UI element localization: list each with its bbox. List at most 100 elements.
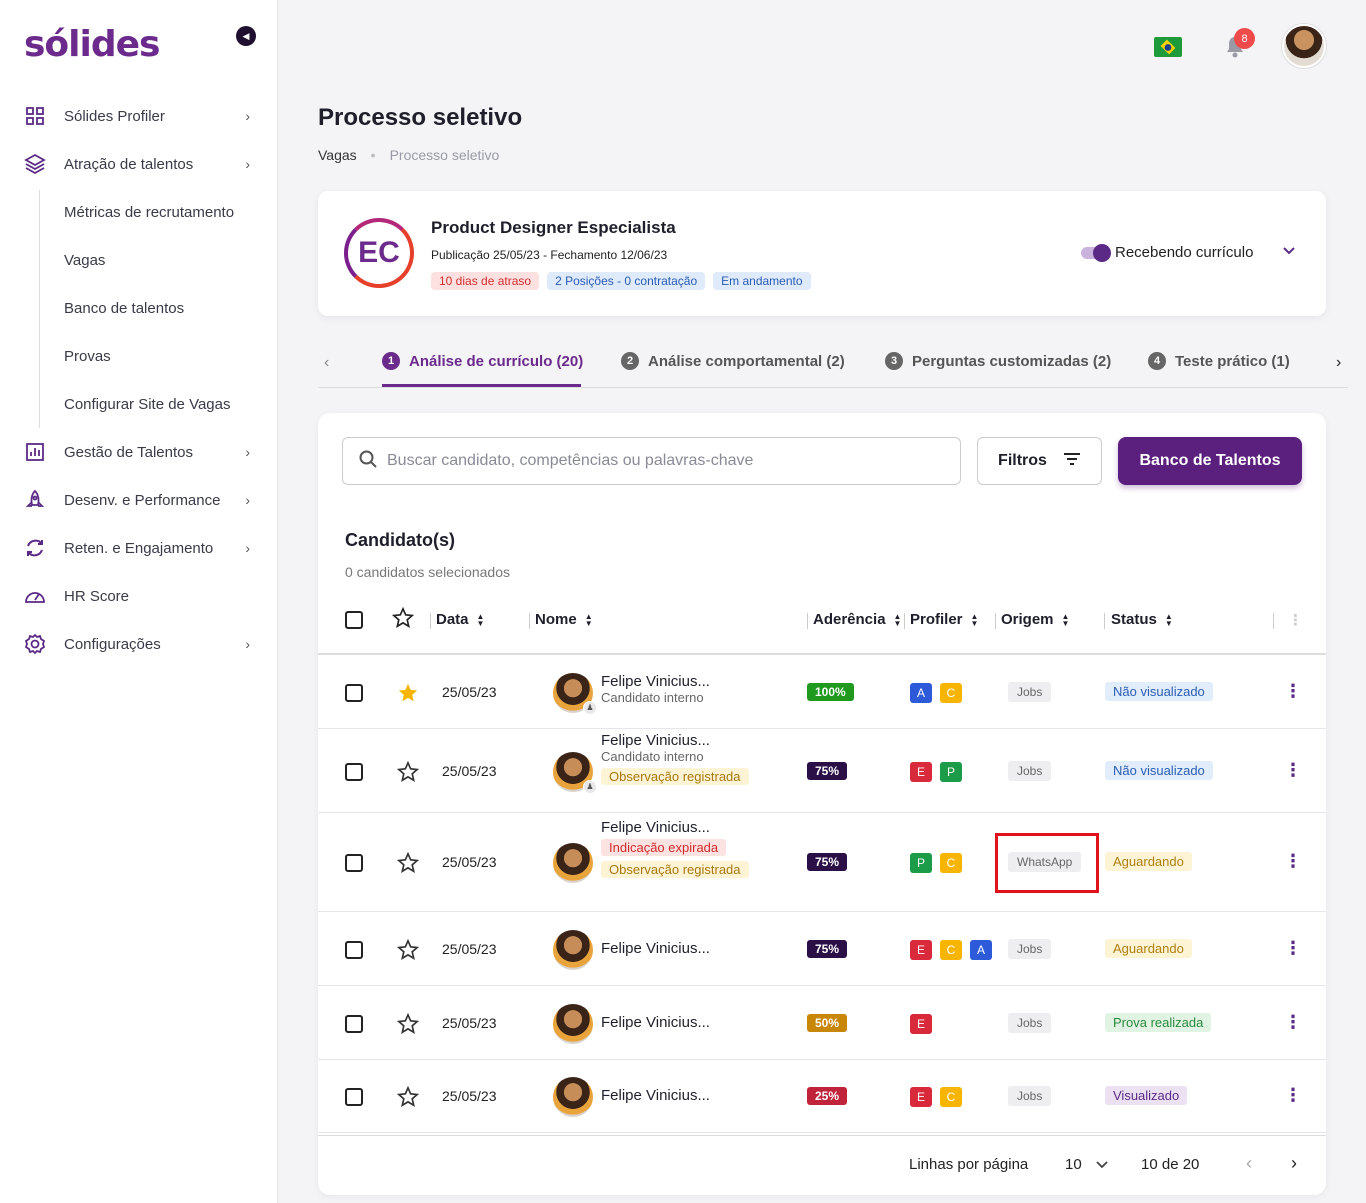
candidate-avatar[interactable] [553, 929, 593, 970]
tab-teste-pratico[interactable]: 4 Teste prático (1) [1148, 352, 1290, 370]
tabs-next-icon[interactable]: › [1336, 354, 1341, 372]
candidate-name[interactable]: Felipe Vinicius... [601, 1014, 710, 1031]
row-menu-icon[interactable]: ⋮ [1284, 1012, 1302, 1033]
row-checkbox[interactable] [345, 1014, 363, 1033]
star-icon[interactable] [397, 1086, 419, 1108]
col-date[interactable]: Data ▲ ▼ [436, 611, 484, 628]
breadcrumb-vagas[interactable]: Vagas [318, 147, 357, 163]
table-row[interactable]: 25/05/23 ♟ Felipe Vinicius... Candidato int… [318, 730, 1326, 813]
col-profiler[interactable]: Profiler ▲ ▼ [910, 611, 978, 628]
row-checkbox[interactable] [345, 940, 363, 959]
tab-number: 4 [1148, 352, 1166, 370]
status-badge: Visualizado [1105, 1086, 1188, 1105]
candidate-name[interactable]: Felipe Vinicius... [601, 732, 749, 749]
row-checkbox[interactable] [345, 683, 363, 702]
row-menu-icon[interactable]: ⋮ [1284, 851, 1302, 872]
sidebar-subitem-metricas[interactable]: Métricas de recrutamento [64, 192, 234, 232]
profiler-badge: C [940, 682, 962, 703]
column-options-icon[interactable]: ⋮ [1288, 611, 1303, 629]
tab-perguntas[interactable]: 3 Perguntas customizadas (2) [885, 352, 1111, 370]
star-icon[interactable] [397, 682, 419, 704]
row-checkbox[interactable] [345, 854, 363, 872]
row-checkbox[interactable] [345, 1088, 363, 1106]
tab-analise-curriculo[interactable]: 1 Análise de currículo (20) [382, 352, 583, 370]
adherence-badge: 75% [807, 939, 848, 958]
star-icon[interactable] [397, 852, 419, 874]
brazil-flag-icon[interactable] [1154, 37, 1182, 57]
stage-tabs: ‹ 1 Análise de currículo (20) 2 Análise co… [318, 342, 1348, 388]
sidebar-subitem-banco[interactable]: Banco de talentos [64, 288, 184, 328]
adherence-badge: 100% [807, 682, 854, 701]
profiler-badge: E [910, 761, 932, 782]
chevron-down-icon[interactable] [1282, 243, 1296, 259]
candidate-avatar[interactable]: ♟ [553, 751, 597, 794]
search-icon [359, 450, 377, 473]
row-menu-icon[interactable]: ⋮ [1284, 681, 1302, 702]
sidebar-item-solides-profiler[interactable]: Sólides Profiler › [0, 96, 278, 136]
talent-bank-button[interactable]: Banco de Talentos [1118, 437, 1302, 485]
candidate-avatar[interactable]: ♟ [553, 672, 597, 715]
star-icon[interactable] [397, 938, 419, 961]
candidate-name[interactable]: Felipe Vinicius... [601, 673, 710, 690]
chevron-right-icon: › [245, 492, 250, 508]
adherence-badge: 75% [807, 761, 848, 780]
col-name[interactable]: Nome ▲ ▼ [535, 611, 593, 628]
sidebar-item-atracao[interactable]: Atração de talentos › [0, 144, 278, 184]
profiler-badges: EP [910, 761, 970, 782]
tab-number: 3 [885, 352, 903, 370]
row-menu-icon[interactable]: ⋮ [1284, 938, 1302, 959]
candidate-name[interactable]: Felipe Vinicius... [601, 819, 749, 836]
adherence-badge: 50% [807, 1013, 848, 1032]
tab-analise-comportamental[interactable]: 2 Análise comportamental (2) [621, 352, 845, 370]
sidebar-subitem-site[interactable]: Configurar Site de Vagas [64, 384, 231, 424]
col-status[interactable]: Status ▲ ▼ [1111, 611, 1173, 628]
candidate-type: Candidato interno [601, 689, 704, 705]
table-row[interactable]: 25/05/23 Felipe Vinicius... 50% E Jobs Prova … [318, 987, 1326, 1060]
table-row[interactable]: 25/05/23 Felipe Vinicius... Indicação expi… [318, 814, 1326, 912]
receiving-toggle[interactable] [1081, 244, 1111, 262]
row-checkbox[interactable] [345, 762, 363, 781]
breadcrumb-current: Processo seletivo [389, 147, 500, 163]
sidebar-subitem-vagas[interactable]: Vagas [64, 240, 105, 280]
candidate-avatar[interactable] [553, 843, 593, 883]
chevron-right-icon: › [245, 156, 250, 172]
col-adherence[interactable]: Aderência ▲ ▼ [813, 611, 901, 628]
solides-logo[interactable]: sólides [24, 24, 160, 65]
job-tags: 10 dias de atraso 2 Posições - 0 contrat… [431, 272, 811, 290]
sidebar-item-config[interactable]: Configurações › [0, 624, 278, 664]
star-icon[interactable] [397, 760, 419, 783]
star-icon[interactable] [397, 1012, 419, 1035]
collapse-sidebar-button[interactable]: ◀ [236, 26, 256, 46]
profiler-badges: EC [910, 1087, 970, 1107]
col-origin[interactable]: Origem ▲ ▼ [1001, 611, 1069, 628]
table-row[interactable]: 25/05/23 Felipe Vinicius... 25% E C Jobs Visua… [318, 1061, 1326, 1133]
sort-icon: ▲ ▼ [584, 611, 593, 628]
next-page-icon[interactable]: › [1291, 1153, 1297, 1174]
sort-icon: ▲ ▼ [1164, 611, 1173, 628]
adherence-badge: 25% [807, 1087, 848, 1105]
row-menu-icon[interactable]: ⋮ [1284, 1085, 1302, 1106]
table-row[interactable]: 25/05/23 ♟ Felipe Vinicius... Candidato int… [318, 656, 1326, 729]
sidebar-item-label: Desenv. e Performance [64, 491, 221, 509]
search-input[interactable] [387, 452, 927, 470]
select-all-checkbox[interactable] [345, 611, 363, 629]
sidebar-subitem-provas[interactable]: Provas [64, 336, 111, 376]
sidebar-item-gestao[interactable]: Gestão de Talentos › [0, 432, 278, 472]
sidebar-item-reten[interactable]: Reten. e Engajamento › [0, 528, 278, 568]
sidebar-item-desenv[interactable]: Desenv. e Performance › [0, 480, 278, 520]
candidate-name[interactable]: Felipe Vinicius... [601, 1087, 710, 1104]
table-row[interactable]: 25/05/23 Felipe Vinicius... 75% E C A Jobs Agua… [318, 913, 1326, 986]
row-menu-icon[interactable]: ⋮ [1284, 760, 1302, 781]
prev-page-icon[interactable]: ‹ [1246, 1153, 1252, 1174]
tabs-prev-icon[interactable]: ‹ [324, 354, 329, 372]
star-header-icon[interactable] [392, 607, 414, 629]
rows-per-page-select[interactable]: 10 [1065, 1156, 1108, 1173]
candidate-avatar[interactable] [553, 1077, 593, 1117]
filters-button[interactable]: Filtros [977, 437, 1102, 485]
sidebar-item-hrscore[interactable]: HR Score [0, 576, 278, 616]
search-box[interactable] [342, 437, 961, 485]
positions-tag: 2 Posições - 0 contratação [547, 272, 706, 290]
candidate-name[interactable]: Felipe Vinicius... [601, 940, 710, 957]
candidate-avatar[interactable] [553, 1003, 593, 1044]
user-avatar[interactable] [1282, 24, 1326, 68]
